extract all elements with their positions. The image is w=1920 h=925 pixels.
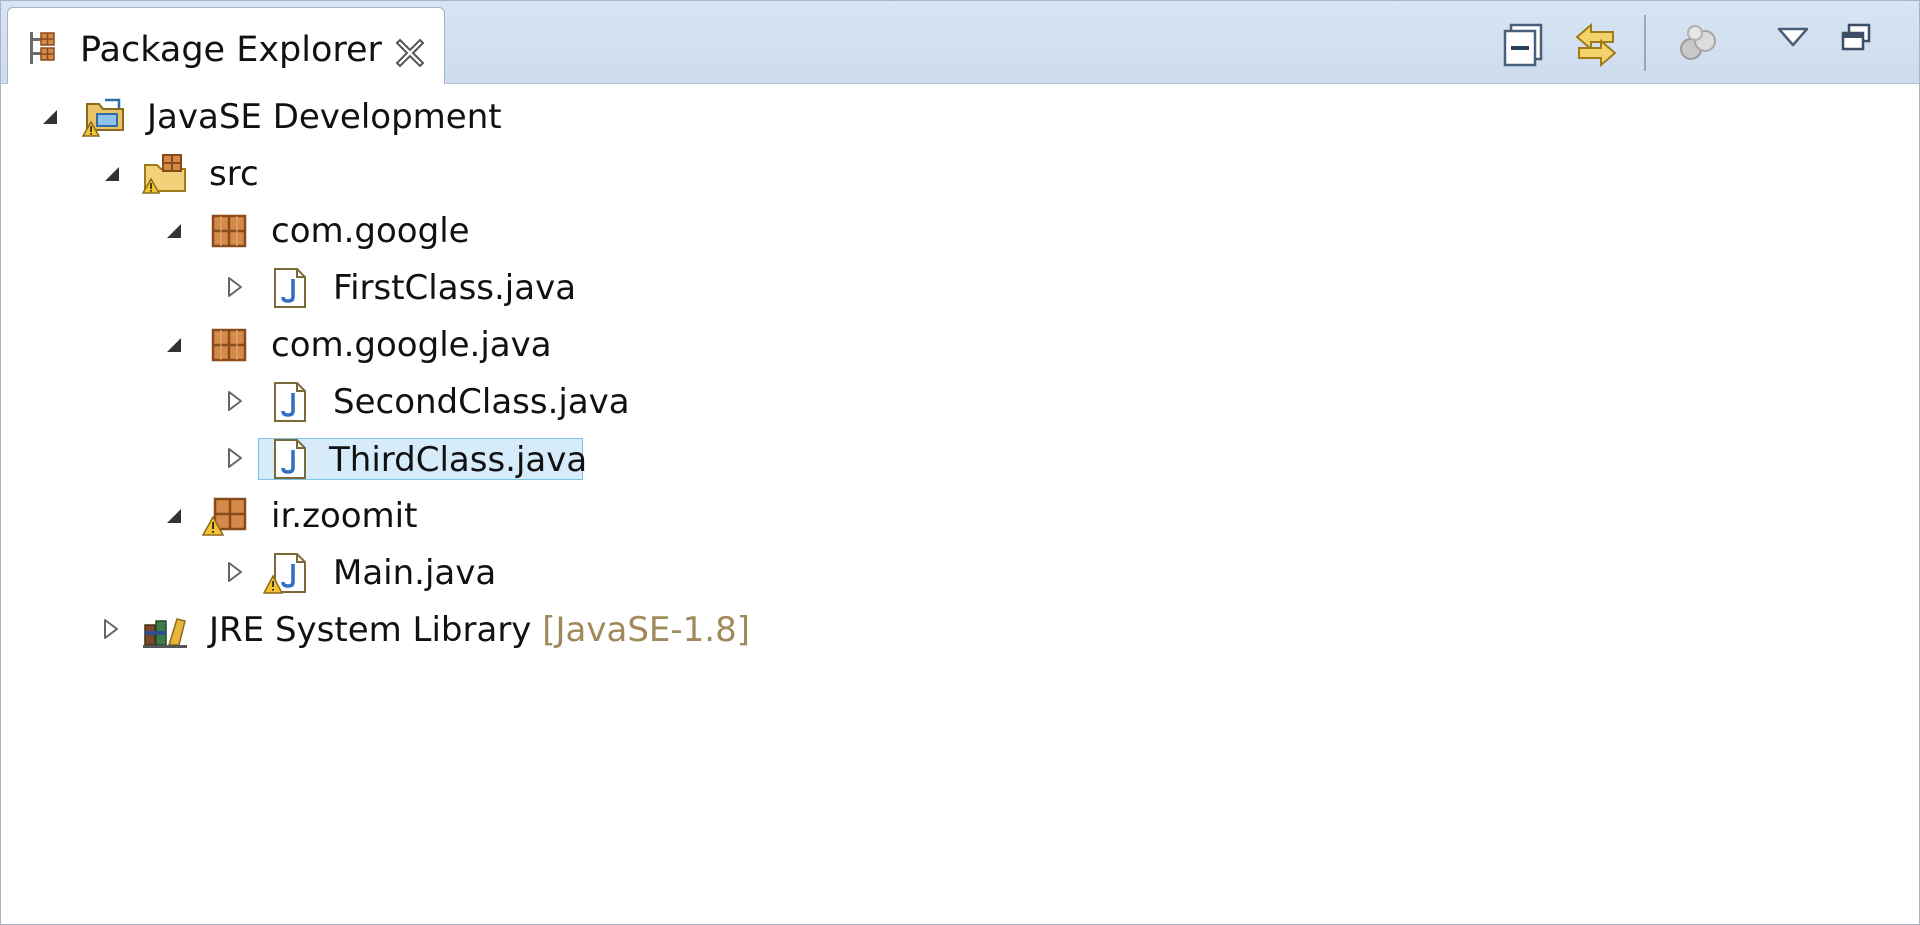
package-icon bbox=[207, 208, 253, 254]
tree-item-label: ir.zoomit bbox=[271, 496, 418, 536]
toolbar-separator bbox=[1644, 15, 1646, 71]
tree-item-package-ir-zoomit[interactable]: ir.zoomit bbox=[1, 487, 1919, 543]
java-file-warning-icon bbox=[262, 550, 309, 596]
java-file-icon bbox=[267, 265, 313, 311]
tree-item-thirdclass-java[interactable]: ThirdClass.java bbox=[1, 430, 1919, 486]
library-icon bbox=[141, 607, 187, 653]
collapsed-arrow-icon[interactable] bbox=[223, 446, 247, 470]
tree-item-label: SecondClass.java bbox=[333, 382, 630, 422]
expanded-arrow-icon[interactable] bbox=[161, 218, 185, 242]
library-name: JRE System Library bbox=[209, 610, 532, 650]
tree-item-label: JRE System Library [JavaSE-1.8] bbox=[209, 609, 750, 651]
close-icon[interactable] bbox=[392, 34, 428, 70]
view-tab-bar: Package Explorer bbox=[1, 1, 1919, 84]
java-project-icon bbox=[81, 94, 127, 140]
view-title: Package Explorer bbox=[80, 30, 382, 70]
tree-item-label: com.google.java bbox=[271, 325, 552, 365]
source-folder-icon bbox=[141, 151, 187, 197]
collapsed-arrow-icon[interactable] bbox=[223, 560, 247, 584]
collapse-all-icon[interactable] bbox=[1501, 19, 1551, 69]
expanded-arrow-icon[interactable] bbox=[161, 503, 185, 527]
expanded-arrow-icon[interactable] bbox=[161, 332, 185, 356]
tree-item-label: com.google bbox=[271, 211, 470, 251]
view-menu-icon[interactable] bbox=[1773, 19, 1813, 69]
tree-item-package-com-google[interactable]: com.google bbox=[1, 202, 1919, 258]
select-working-set-icon[interactable] bbox=[1673, 19, 1723, 69]
package-warning-icon bbox=[201, 493, 247, 539]
tree-item-label: FirstClass.java bbox=[333, 268, 577, 308]
tree-item-secondclass-java[interactable]: SecondClass.java bbox=[1, 373, 1919, 429]
expanded-arrow-icon[interactable] bbox=[37, 104, 61, 128]
collapsed-arrow-icon[interactable] bbox=[99, 617, 123, 641]
library-qualifier: [JavaSE-1.8] bbox=[542, 610, 750, 650]
tree-item-label: src bbox=[209, 154, 259, 194]
collapsed-arrow-icon[interactable] bbox=[223, 389, 247, 413]
java-file-icon bbox=[267, 436, 313, 482]
java-file-icon bbox=[267, 379, 313, 425]
minimize-icon[interactable] bbox=[1837, 19, 1877, 69]
tree-item-project[interactable]: JavaSE Development bbox=[1, 88, 1919, 144]
package-tree: JavaSE Development src com.google FirstC… bbox=[1, 84, 1919, 924]
tree-item-src[interactable]: src bbox=[1, 145, 1919, 201]
package-icon bbox=[207, 322, 253, 368]
package-explorer-tab[interactable]: Package Explorer bbox=[7, 7, 445, 84]
tree-item-label: JavaSE Development bbox=[147, 97, 502, 137]
collapsed-arrow-icon[interactable] bbox=[223, 275, 247, 299]
tree-item-main-java[interactable]: Main.java bbox=[1, 544, 1919, 600]
tree-item-jre-system-library[interactable]: JRE System Library [JavaSE-1.8] bbox=[1, 601, 1919, 657]
tree-item-package-com-google-java[interactable]: com.google.java bbox=[1, 316, 1919, 372]
tree-item-label: Main.java bbox=[333, 553, 497, 593]
package-explorer-view: Package Explorer JavaSE Development src … bbox=[0, 0, 1920, 925]
expanded-arrow-icon[interactable] bbox=[99, 161, 123, 185]
link-with-editor-icon[interactable] bbox=[1571, 19, 1621, 69]
tree-item-firstclass-java[interactable]: FirstClass.java bbox=[1, 259, 1919, 315]
package-explorer-icon bbox=[26, 30, 60, 66]
